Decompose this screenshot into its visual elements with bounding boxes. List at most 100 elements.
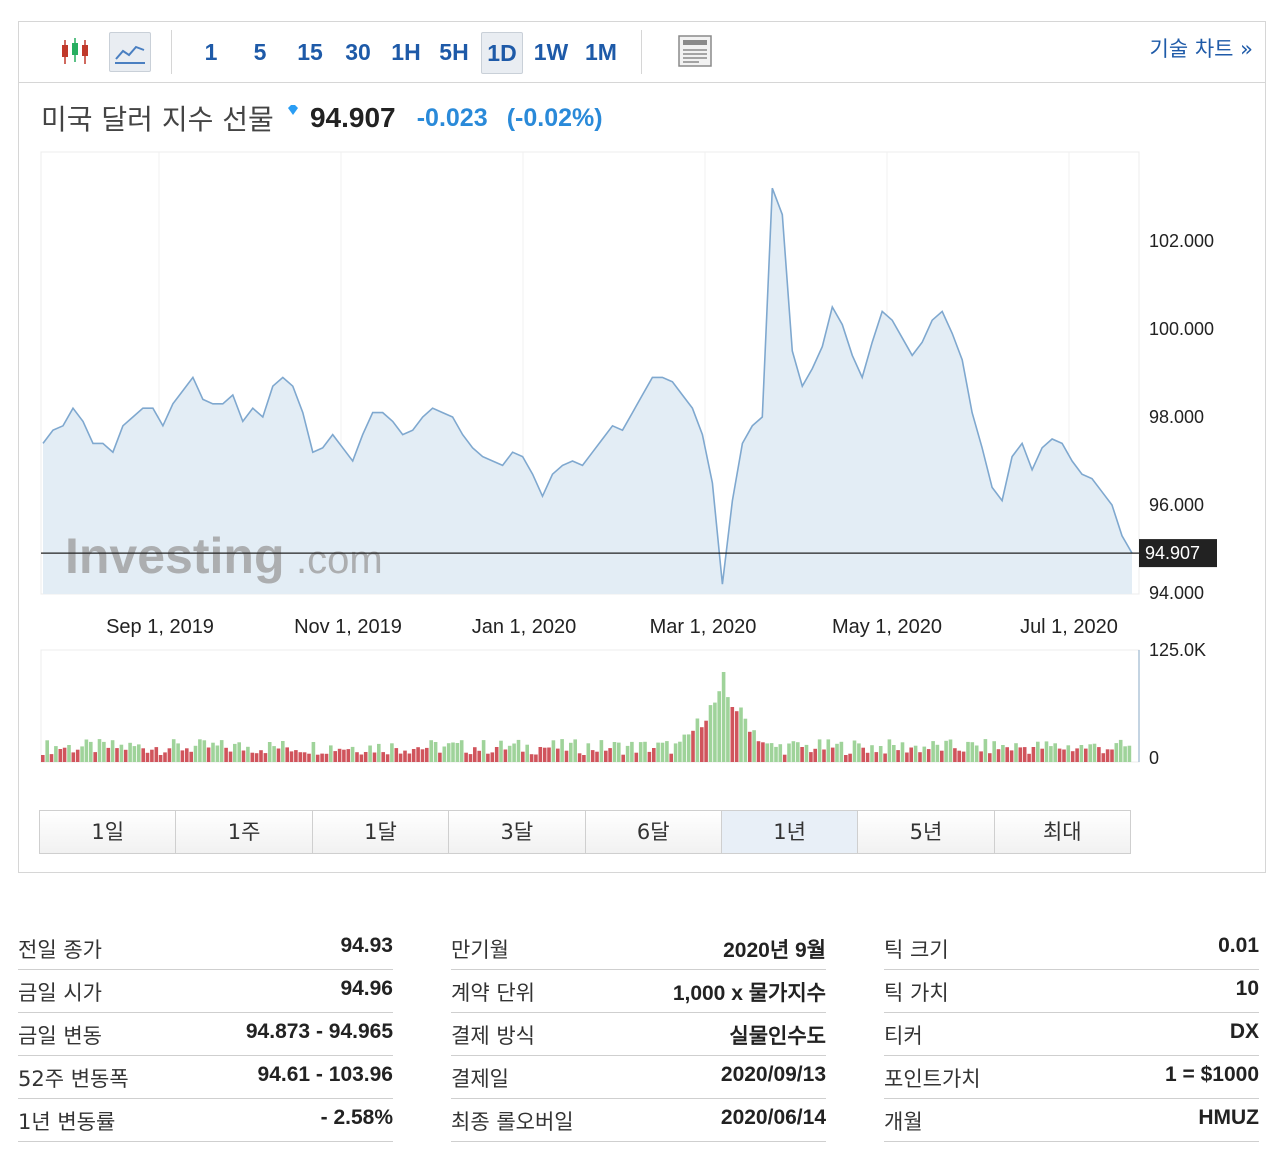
- volume-bar: [599, 740, 604, 762]
- volume-bar: [285, 747, 289, 762]
- volume-bar: [643, 741, 647, 762]
- volume-bar: [507, 745, 512, 762]
- volume-bar: [89, 741, 93, 762]
- volume-bar: [957, 750, 961, 762]
- stat-value: 94.93: [340, 934, 393, 957]
- volume-bar: [630, 741, 634, 762]
- volume-bar: [673, 743, 678, 762]
- volume-bar: [438, 752, 442, 762]
- volume-bar: [302, 752, 307, 762]
- volume-bar: [311, 742, 316, 762]
- volume-bar: [394, 748, 399, 762]
- volume-bar: [608, 748, 612, 762]
- volume-bar: [595, 751, 599, 762]
- range-3m[interactable]: 3달: [449, 811, 586, 853]
- volume-bar: [765, 743, 769, 762]
- volume-bar: [272, 746, 276, 762]
- volume-bar: [267, 742, 272, 762]
- volume-bar: [158, 755, 163, 762]
- range-1w[interactable]: 1주: [176, 811, 313, 853]
- range-max[interactable]: 최대: [994, 811, 1130, 853]
- volume-bar: [704, 720, 708, 762]
- volume-bar: [1062, 749, 1066, 762]
- volume-bar: [678, 741, 682, 762]
- volume-bar: [983, 739, 988, 762]
- volume-bar: [54, 746, 58, 762]
- range-6m[interactable]: 6달: [585, 811, 722, 853]
- volume-bar: [298, 752, 303, 762]
- volume-bar: [922, 746, 927, 762]
- stat-value: 2020/09/13: [720, 1063, 826, 1086]
- volume-bar: [835, 743, 839, 762]
- volume-bar: [49, 754, 54, 762]
- volume-bar: [416, 747, 420, 762]
- volume-bar: [455, 743, 460, 762]
- volume-bar: [211, 742, 215, 762]
- volume-bar: [381, 752, 385, 762]
- stats-column-1: 전일 종가 94.93 금일 시가 94.96 금일 변동 94.873 - 94.965…: [18, 928, 393, 1143]
- volume-bar: [1057, 748, 1062, 762]
- stat-row: 결제 방식 실물인수도: [451, 1014, 826, 1056]
- volume-bar: [634, 752, 639, 762]
- volume-bar: [1005, 747, 1009, 762]
- volume-bar: [935, 744, 940, 762]
- volume-bar: [887, 739, 892, 762]
- volume-bar: [1053, 743, 1057, 762]
- range-1m[interactable]: 1달: [312, 811, 450, 853]
- volume-bar: [1022, 747, 1027, 762]
- volume-bar: [102, 741, 106, 762]
- volume-bar: [761, 742, 765, 762]
- volume-bar: [800, 747, 804, 762]
- volume-bar: [206, 747, 211, 762]
- volume-bar: [115, 748, 119, 762]
- range-5y[interactable]: 5년: [858, 811, 995, 853]
- volume-bar: [547, 747, 551, 762]
- volume-bar: [861, 747, 865, 762]
- range-1d[interactable]: 1일: [40, 811, 177, 853]
- volume-bar: [294, 750, 298, 762]
- volume-bar: [1027, 753, 1031, 762]
- volume-bar: [241, 750, 246, 762]
- stat-label: 금일 변동: [18, 1024, 102, 1048]
- range-1y[interactable]: 1년: [721, 811, 859, 853]
- volume-bar: [573, 739, 577, 762]
- stat-value: HMUZ: [1198, 1106, 1259, 1129]
- volume-bar: [817, 739, 822, 762]
- volume-bar: [691, 730, 695, 762]
- volume-bar: [180, 750, 185, 762]
- volume-bar: [979, 751, 983, 762]
- volume-bar: [787, 743, 791, 762]
- stat-label: 개월: [884, 1110, 923, 1134]
- volume-bar: [870, 745, 874, 762]
- volume-bar: [202, 740, 207, 762]
- volume-bar: [717, 691, 721, 762]
- volume-bar: [490, 752, 495, 762]
- volume-bar: [167, 748, 172, 762]
- volume-bar: [913, 745, 918, 762]
- volume-bar: [961, 751, 966, 762]
- volume-bar: [263, 753, 268, 762]
- volume-bar: [150, 749, 154, 762]
- volume-bar: [1075, 748, 1079, 762]
- volume-bar: [822, 749, 826, 762]
- volume-bar: [128, 742, 132, 762]
- volume-bar: [1001, 745, 1005, 762]
- volume-bar: [621, 754, 625, 762]
- volume-bar: [377, 743, 381, 762]
- range-selector: 1일 1주 1달 3달 6달 1년 5년 최대: [39, 810, 1131, 854]
- stat-value: 0.01: [1218, 934, 1259, 957]
- stat-label: 계약 단위: [451, 981, 535, 1005]
- volume-bar: [948, 739, 953, 762]
- volume-bar: [477, 750, 481, 762]
- stat-row: 금일 변동 94.873 - 94.965: [18, 1014, 393, 1056]
- volume-bar: [420, 749, 425, 762]
- volume-bar: [830, 747, 835, 762]
- volume-bar: [756, 741, 761, 762]
- stat-row: 최종 롤오버일 2020/06/14: [451, 1100, 826, 1142]
- volume-bar: [1040, 748, 1044, 762]
- volume-bar: [577, 753, 582, 762]
- volume-bar: [320, 753, 324, 762]
- volume-bar: [486, 753, 490, 762]
- volume-bar: [669, 753, 673, 762]
- stat-value: 1,000 x 물가지수: [672, 982, 826, 1005]
